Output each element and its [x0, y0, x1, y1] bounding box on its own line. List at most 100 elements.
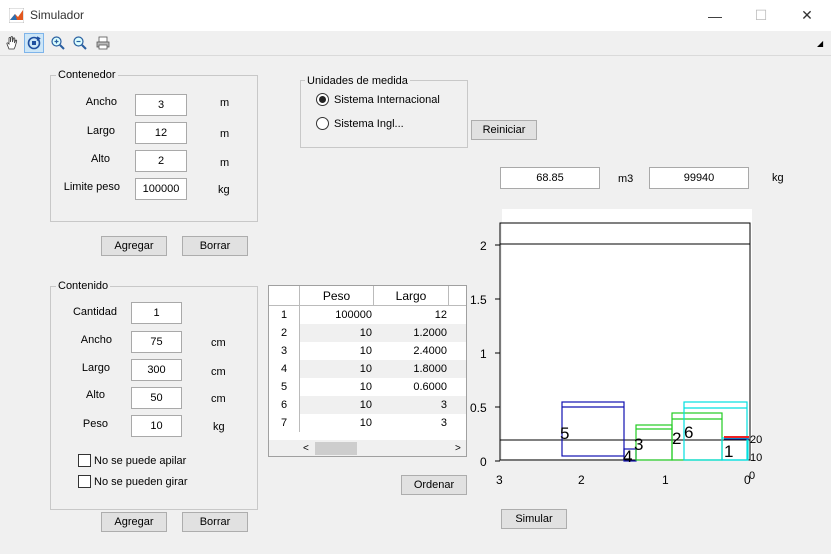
cell-largo[interactable]: 0.6000 [374, 378, 449, 396]
contenido-alto-unit: cm [211, 393, 226, 405]
contenido-peso-unit: kg [213, 421, 225, 433]
cell-largo[interactable]: 1.2000 [374, 324, 449, 342]
row-number: 2 [269, 324, 300, 342]
zoom-in-icon[interactable] [48, 33, 68, 53]
contenedor-borrar-button[interactable]: Borrar [182, 236, 248, 256]
cell-largo[interactable]: 2.4000 [374, 342, 449, 360]
ordenar-button[interactable]: Ordenar [401, 475, 467, 495]
cell-largo[interactable]: 3 [374, 414, 449, 432]
toolbar-overflow-arrow[interactable]: ◢ [817, 39, 823, 48]
table-row[interactable]: 7 10 3 [269, 414, 466, 432]
z-tick-label: 0 [480, 455, 487, 469]
contenido-largo-unit: cm [211, 366, 226, 378]
volume-unit: m3 [618, 173, 634, 185]
items-table[interactable]: Peso Largo 1 100000 12 2 10 1.2000 3 10 2.4000 4 1… [268, 285, 467, 457]
box-label-5: 5 [560, 424, 569, 443]
cell-peso[interactable]: 10 [300, 342, 374, 360]
window-title: Simulador [30, 8, 85, 22]
contenido-ancho-unit: cm [211, 337, 226, 349]
radio-sistema-internacional[interactable] [316, 93, 329, 106]
contenido-alto-label: Alto [86, 389, 105, 401]
contenido-ancho-field[interactable] [131, 331, 182, 353]
row-number: 5 [269, 378, 300, 396]
table-row[interactable]: 2 10 1.2000 [269, 324, 466, 342]
contenido-title: Contenido [56, 280, 111, 292]
simular-button[interactable]: Simular [501, 509, 567, 529]
contenido-peso-label: Peso [82, 418, 108, 430]
contenedor-ancho-unit: m [220, 97, 230, 109]
contenedor-limite-field[interactable] [135, 178, 187, 200]
volume-total-field[interactable] [500, 167, 600, 189]
cell-peso[interactable]: 100000 [300, 306, 374, 324]
contenido-agregar-button[interactable]: Agregar [101, 512, 167, 532]
scroll-thumb[interactable] [315, 442, 357, 455]
minimize-button[interactable]: — [692, 0, 738, 31]
contenedor-alto-field[interactable] [135, 150, 187, 172]
cell-largo[interactable]: 1.8000 [374, 360, 449, 378]
plot-back-panel [502, 209, 752, 459]
table-row[interactable]: 1 100000 12 [269, 306, 466, 324]
container-3d-plot[interactable]: 2 1.5 1 0.5 0 3 2 1 0 0 10 20 5 4 3 2 6 … [460, 200, 830, 500]
x-tick-label: 1 [662, 473, 669, 487]
maximize-button[interactable]: ☐ [738, 0, 784, 31]
radio-sistema-internacional-label: Sistema Internacional [334, 94, 440, 106]
rotate-3d-icon[interactable] [24, 33, 44, 53]
contenedor-agregar-button[interactable]: Agregar [101, 236, 167, 256]
cell-largo[interactable]: 12 [374, 306, 449, 324]
matlab-icon [9, 8, 24, 23]
print-icon[interactable] [93, 33, 113, 53]
radio-sistema-ingles[interactable] [316, 117, 329, 130]
reiniciar-button[interactable]: Reiniciar [471, 120, 537, 140]
contenedor-ancho-label: Ancho [85, 96, 117, 108]
row-number: 1 [269, 306, 300, 324]
contenido-largo-field[interactable] [131, 359, 182, 381]
title-bar: Simulador — ☐ ✕ [0, 0, 831, 31]
contenido-cantidad-field[interactable] [131, 302, 182, 324]
table-row[interactable]: 6 10 3 [269, 396, 466, 414]
scroll-left-arrow[interactable]: < [303, 443, 309, 454]
row-number: 6 [269, 396, 300, 414]
contenido-borrar-button[interactable]: Borrar [182, 512, 248, 532]
weight-total-field[interactable] [649, 167, 749, 189]
contenedor-ancho-field[interactable] [135, 94, 187, 116]
cell-peso[interactable]: 10 [300, 324, 374, 342]
contenedor-alto-label: Alto [91, 153, 110, 165]
toolbar [0, 31, 831, 56]
table-corner [269, 286, 300, 306]
y-tick-label: 20 [750, 434, 762, 446]
contenedor-largo-field[interactable] [135, 122, 187, 144]
close-button[interactable]: ✕ [784, 0, 830, 31]
box-label-3: 3 [634, 435, 643, 454]
y-tick-label: 10 [750, 452, 762, 464]
no-apilar-label: No se puede apilar [94, 455, 187, 467]
row-number: 7 [269, 414, 300, 432]
contenido-alto-field[interactable] [131, 387, 182, 409]
cell-largo[interactable]: 3 [374, 396, 449, 414]
box-label-4: 4 [623, 447, 632, 466]
cell-peso[interactable]: 10 [300, 360, 374, 378]
row-number: 4 [269, 360, 300, 378]
zoom-out-icon[interactable] [70, 33, 90, 53]
radio-sistema-ingles-label: Sistema Ingl... [334, 118, 404, 130]
contenido-peso-field[interactable] [131, 415, 182, 437]
unidades-group [300, 80, 468, 148]
cell-peso[interactable]: 10 [300, 414, 374, 432]
no-apilar-checkbox[interactable] [78, 454, 91, 467]
pan-hand-icon[interactable] [2, 33, 22, 53]
column-header-largo[interactable]: Largo [374, 286, 449, 306]
cell-peso[interactable]: 10 [300, 378, 374, 396]
no-girar-checkbox[interactable] [78, 475, 91, 488]
z-tick-label: 1 [480, 347, 487, 361]
contenedor-largo-unit: m [220, 128, 230, 140]
table-row[interactable]: 3 10 2.4000 [269, 342, 466, 360]
contenido-cantidad-label: Cantidad [72, 306, 117, 318]
contenedor-limite-unit: kg [218, 184, 230, 196]
contenido-ancho-label: Ancho [80, 334, 112, 346]
table-row[interactable]: 5 10 0.6000 [269, 378, 466, 396]
no-girar-label: No se pueden girar [94, 476, 188, 488]
table-horizontal-scrollbar[interactable]: < > [269, 440, 466, 456]
table-row[interactable]: 4 10 1.8000 [269, 360, 466, 378]
x-tick-label: 3 [496, 473, 503, 487]
cell-peso[interactable]: 10 [300, 396, 374, 414]
column-header-peso[interactable]: Peso [300, 286, 374, 306]
